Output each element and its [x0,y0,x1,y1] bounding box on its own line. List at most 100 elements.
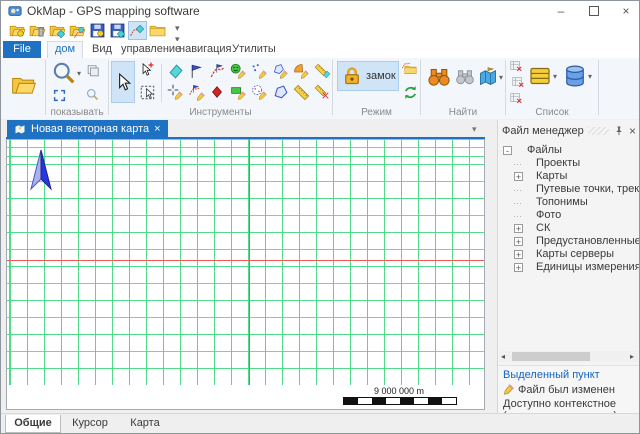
group-label: показывать [46,107,108,118]
tab-manage[interactable]: управление [121,41,177,58]
minimize-button[interactable]: – [546,1,576,21]
panel-title: Файл менеджер [502,125,584,137]
find-disabled-icon[interactable] [455,67,475,87]
selection-info-box: Выделенный пункт Файл был изменен Доступ… [498,365,640,414]
tab-navigation[interactable]: навигация [179,41,229,58]
expand-icon[interactable]: + [514,237,523,246]
save-track-icon[interactable] [128,21,147,40]
bottom-tab-map[interactable]: Карта [121,415,169,432]
draw-symbol-icon[interactable] [230,63,247,80]
measure-ruler-icon[interactable] [314,63,331,80]
table-list-icon[interactable] [528,64,552,88]
tree-item-maps[interactable]: +Карты [498,170,640,183]
expand-icon[interactable]: + [514,172,523,181]
tree-item-units[interactable]: +Единицы измерения [498,261,640,274]
tree-connector [514,190,522,191]
open-map-icon[interactable] [49,22,66,39]
zoom-icon[interactable] [52,61,76,85]
map-document-tab[interactable]: Новая векторная карта × [7,120,168,137]
vertex-diamond-icon[interactable] [209,84,226,101]
track-flag-icon[interactable] [209,63,226,80]
ruler-delete-icon[interactable] [314,84,331,101]
map-index-icon[interactable] [478,67,498,87]
draw-points-icon[interactable] [251,63,268,80]
refresh-icon[interactable] [403,85,418,100]
tab-utilities[interactable]: Утилиты [231,41,277,58]
bottom-tab-general[interactable]: Общие [5,415,61,433]
scrollbar-thumb[interactable] [512,352,590,361]
tab-home[interactable]: дом [47,41,83,59]
app-icon [8,4,22,18]
tab-list-dropdown-icon[interactable]: ▾ [472,124,477,135]
tree-item-projects[interactable]: Проекты [498,157,640,170]
draw-track-icon[interactable] [188,84,205,101]
open-project-icon[interactable] [29,22,46,39]
tree-item-crs[interactable]: +СК [498,222,640,235]
panel-drag-texture[interactable] [588,127,609,135]
tree-item-map-servers[interactable]: +Карты серверы [498,248,640,261]
export-folder-icon[interactable] [401,60,419,78]
pin-icon[interactable] [613,125,625,137]
draw-polygon-icon[interactable] [272,84,289,101]
list-grid-1-icon[interactable] [509,59,523,73]
scroll-left-icon[interactable]: ◂ [501,352,505,361]
map-canvas[interactable]: 9 000 000 m [6,139,485,410]
maximize-button[interactable] [579,1,609,21]
find-icon[interactable] [427,65,451,89]
save-file-icon[interactable] [89,22,106,39]
save-map-icon[interactable] [109,22,126,39]
tree-item-photo[interactable]: Фото [498,209,640,222]
fit-extent-icon[interactable] [53,89,66,102]
list-grid-2-icon[interactable] [511,75,525,89]
horizontal-scrollbar[interactable]: ◂ ▸ [500,351,638,362]
table-list-dropdown-icon[interactable]: ▾ [553,73,557,81]
collapse-icon[interactable]: - [503,146,512,155]
draw-polyline-icon[interactable] [272,63,289,80]
bottom-tab-cursor[interactable]: Курсор [63,415,117,432]
list-grid-3-icon[interactable] [509,91,523,105]
open-track-icon[interactable] [69,22,86,39]
ribbon-group-files [3,58,45,119]
close-button[interactable]: × [611,1,640,21]
copy-view-icon[interactable] [86,64,100,78]
add-selection-icon[interactable] [139,61,157,79]
scale-label: 9 000 000 m [339,386,459,396]
map-tab-close-icon[interactable]: × [154,123,160,135]
zoom-dropdown-icon[interactable]: ▾ [77,70,81,78]
panel-close-icon[interactable]: × [629,125,636,137]
tree-item-waypoints[interactable]: Путевые точки, треки, ма [498,183,640,196]
tab-view[interactable]: Вид [87,41,117,58]
draw-position-icon[interactable] [167,84,184,101]
tree-item-files[interactable]: -Файлы [498,144,640,157]
ribbon-group-list: ▾ ▾ Список [506,58,598,119]
expand-icon[interactable]: + [514,224,523,233]
scroll-right-icon[interactable]: ▸ [630,352,634,361]
find-dropdown-icon[interactable]: ▾ [499,74,503,82]
eraser-icon[interactable] [167,63,184,80]
zoom-selection-icon[interactable] [86,88,99,101]
draw-rectangle-icon[interactable] [230,84,247,101]
draw-circle-icon[interactable] [251,84,268,101]
draw-area-icon[interactable] [293,63,310,80]
folder-icon[interactable] [149,22,166,39]
expand-icon[interactable]: + [514,263,523,272]
open-file-icon[interactable] [9,22,26,39]
expand-icon[interactable]: + [514,250,523,259]
ruler-icon[interactable] [293,84,310,101]
big-folder-icon[interactable] [11,72,37,98]
database-icon[interactable] [563,64,587,88]
database-dropdown-icon[interactable]: ▾ [588,73,592,81]
north-arrow-icon [30,149,52,191]
tree-item-presets[interactable]: +Предустановленные прое [498,235,640,248]
lock-button[interactable]: замок [337,61,399,91]
quick-access-toolbar: ▾▾ [1,21,639,41]
waypoint-flag-icon[interactable] [188,63,205,80]
ribbon: ▾ показывать [1,58,639,120]
select-cursor-icon[interactable] [111,61,135,103]
tab-file[interactable]: File [3,41,41,58]
box-selection-icon[interactable] [139,84,157,102]
tree-item-toponyms[interactable]: Топонимы [498,196,640,209]
group-separator [598,60,599,115]
bottom-tab-bar: Общие Курсор Карта [1,413,639,434]
map-tab-icon [14,123,26,135]
